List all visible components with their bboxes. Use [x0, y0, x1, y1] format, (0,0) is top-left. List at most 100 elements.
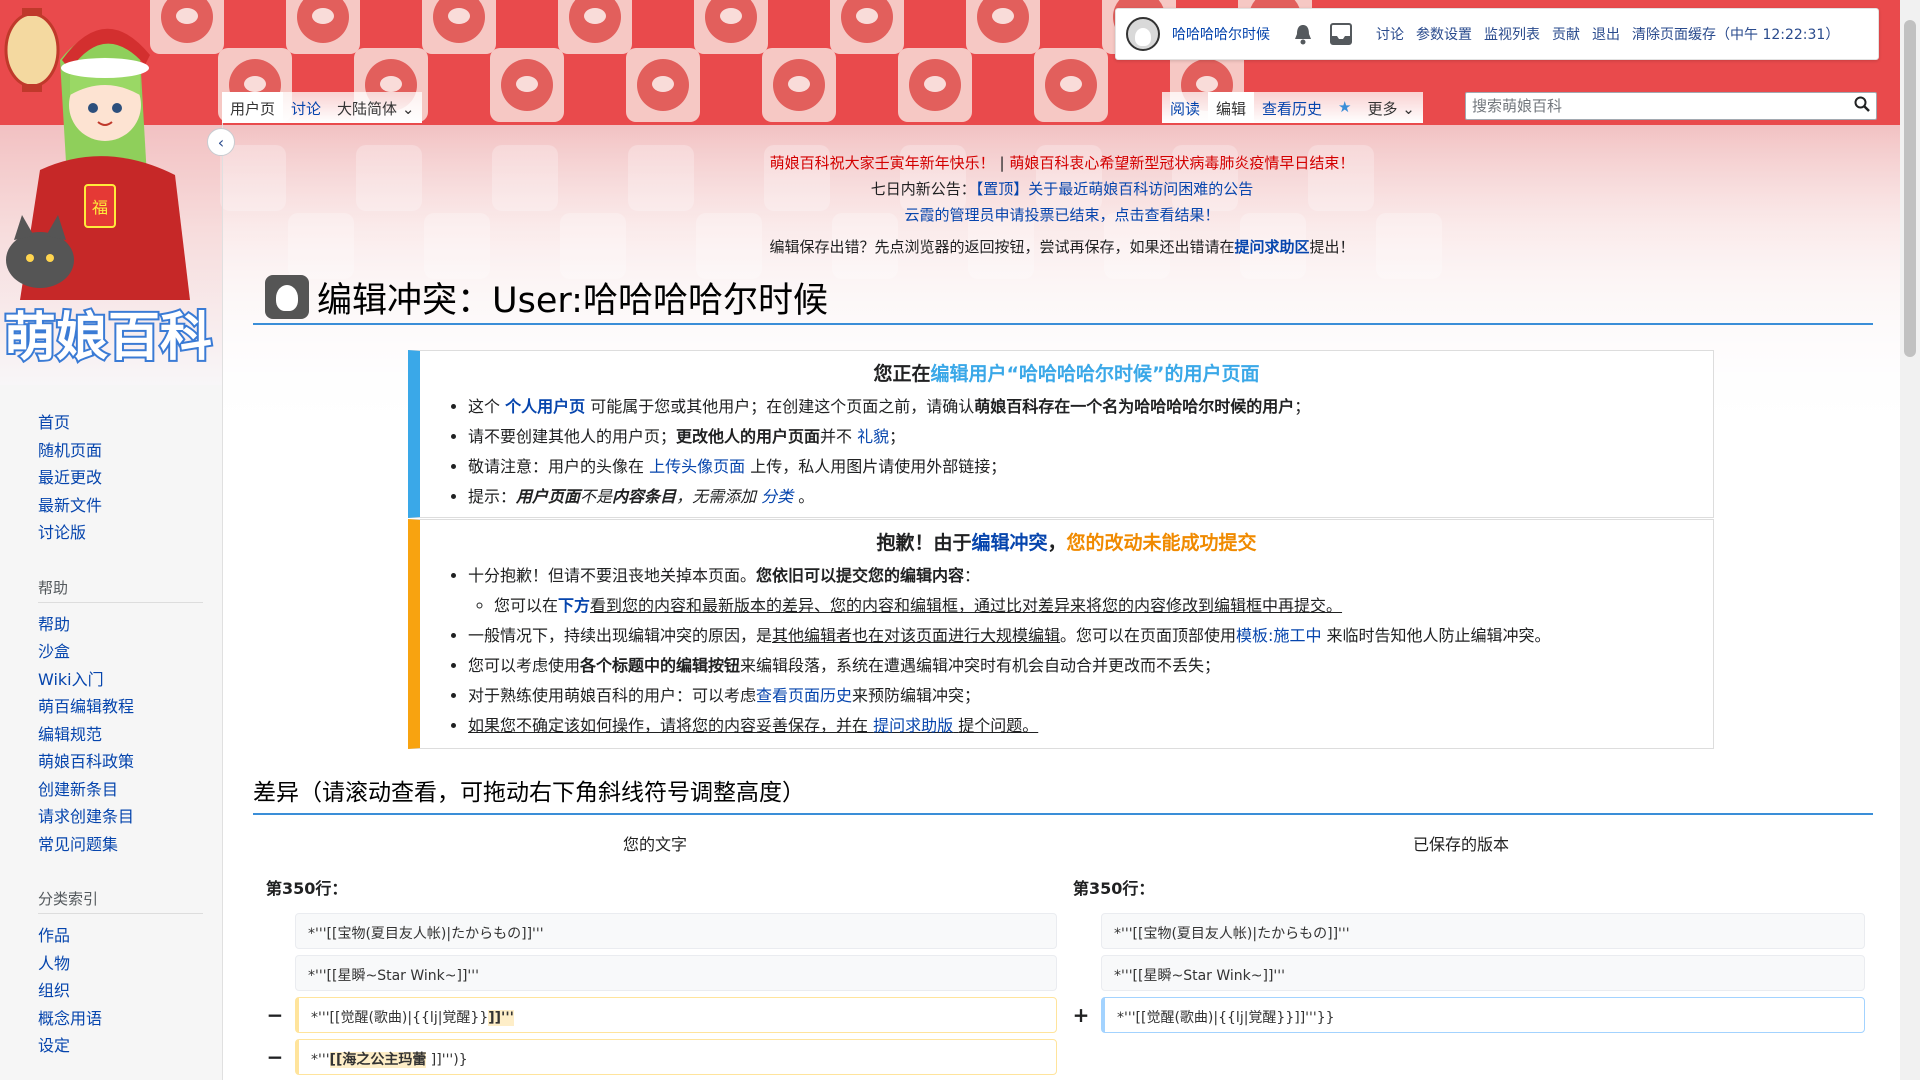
sidebar-item-label[interactable]: 人物: [38, 954, 70, 973]
scrollbar-thumb[interactable]: [1904, 20, 1916, 357]
more-dropdown[interactable]: 更多 ⌄: [1359, 92, 1423, 123]
chevron-down-icon: ⌄: [401, 100, 415, 118]
sidebar-item-edit-rules[interactable]: 编辑规范: [38, 721, 222, 749]
tab-edit[interactable]: 编辑: [1208, 92, 1255, 123]
banner-pattern-tile: [1034, 48, 1108, 122]
diff-highlight: ]]''': [488, 1010, 514, 1026]
sidebar-item-policy[interactable]: 萌娘百科政策: [38, 748, 222, 776]
notice-newyear-link[interactable]: 萌娘百科祝大家壬寅年新年快乐！: [770, 154, 995, 172]
sidebar-item-new-files[interactable]: 最新文件: [38, 492, 222, 520]
logout-link[interactable]: 退出: [1592, 24, 1620, 44]
site-logo[interactable]: 福 萌娘百科: [0, 0, 222, 380]
help-desk-link[interactable]: 提问求助版: [873, 716, 953, 735]
banner-pattern-tile: [490, 48, 564, 122]
view-tabs: 阅读 编辑 查看历史 ★ 更多 ⌄: [1162, 92, 1423, 123]
watch-star-icon[interactable]: ★: [1330, 92, 1360, 123]
diff-context-line: *'''[[星瞬~Star Wink~]]''': [1101, 955, 1865, 991]
sidebar-item-faq[interactable]: 常见问题集: [38, 831, 222, 859]
sidebar-item-request-page[interactable]: 请求创建条目: [38, 803, 222, 831]
notice-vote-link[interactable]: 云霞的管理员申请投票已结束，点击查看结果！: [904, 206, 1219, 224]
banner-pattern-tile: [286, 0, 360, 54]
tab-read[interactable]: 阅读: [1162, 92, 1209, 123]
user-page-help-link[interactable]: 个人用户页: [505, 397, 585, 416]
sidebar-item-label[interactable]: 讨论版: [38, 523, 86, 542]
username-link[interactable]: 哈哈哈哈尔时候: [1172, 24, 1270, 44]
list-item: 请不要创建其他人的用户页；更改他人的用户页面并不 礼貌；: [468, 422, 1713, 452]
page-title-text: 编辑冲突：User:哈哈哈哈尔时候: [317, 280, 828, 321]
sidebar-item-label[interactable]: 常见问题集: [38, 835, 118, 854]
sidebar-item-help[interactable]: 帮助: [38, 611, 222, 639]
search-input[interactable]: [1470, 96, 1840, 116]
sidebar-help-portal: 帮助 帮助 沙盒 Wiki入门 萌百编辑教程 编辑规范 萌娘百科政策 创建新条目…: [38, 577, 222, 859]
bell-icon[interactable]: [1290, 21, 1316, 47]
sidebar-item-label[interactable]: 请求创建条目: [38, 807, 134, 826]
sidebar-item-recent-changes[interactable]: 最近更改: [38, 464, 222, 492]
below-link[interactable]: 下方: [558, 596, 590, 615]
sidebar-item-label[interactable]: 创建新条目: [38, 780, 118, 799]
watchlist-link[interactable]: 监视列表: [1484, 24, 1540, 44]
page-scrollbar[interactable]: [1900, 0, 1920, 1080]
user-page-icon: [265, 275, 309, 319]
search-icon[interactable]: [1854, 96, 1870, 116]
sidebar-item-concepts[interactable]: 概念用语: [38, 1005, 222, 1033]
text: 。您可以在页面顶部使用: [1060, 626, 1237, 645]
text-bold: 用户页面: [516, 487, 581, 506]
sidebar-item-create-page[interactable]: 创建新条目: [38, 776, 222, 804]
more-label: 更多: [1367, 100, 1398, 118]
sidebar-item-random[interactable]: 随机页面: [38, 437, 222, 465]
sidebar-item-label[interactable]: 作品: [38, 926, 70, 945]
construction-template-link[interactable]: 模板:施工中: [1236, 626, 1321, 645]
sidebar-category-heading[interactable]: 分类索引: [38, 888, 203, 914]
sidebar-item-sandbox[interactable]: 沙盒: [38, 638, 222, 666]
collapse-sidebar-button[interactable]: ‹: [207, 128, 235, 156]
sidebar-item-label[interactable]: 随机页面: [38, 441, 102, 460]
heading-highlight: 您的改动未能成功提交: [1066, 532, 1257, 554]
sidebar-item-people[interactable]: 人物: [38, 950, 222, 978]
contributions-link[interactable]: 贡献: [1552, 24, 1580, 44]
sidebar-item-works[interactable]: 作品: [38, 922, 222, 950]
sidebar-item-label[interactable]: 萌娘百科政策: [38, 752, 134, 771]
sidebar-item-label[interactable]: 沙盒: [38, 642, 70, 661]
category-link[interactable]: 分类: [761, 487, 793, 506]
edit-conflict-notice: 抱歉！由于编辑冲突，您的改动未能成功提交 十分抱歉！但请不要沮丧地关掉本页面。您…: [408, 519, 1714, 749]
notice-covid-link[interactable]: 萌娘百科衷心希望新型冠状病毒肺炎疫情早日结束！: [1009, 154, 1354, 172]
sidebar-item-home[interactable]: 首页: [38, 409, 222, 437]
sidebar-item-settings[interactable]: 设定: [38, 1032, 222, 1060]
content-area: 萌娘百科祝大家壬寅年新年快乐！ | 萌娘百科衷心希望新型冠状病毒肺炎疫情早日结束…: [222, 123, 1900, 1080]
sidebar-item-forum[interactable]: 讨论版: [38, 519, 222, 547]
sidebar-item-label[interactable]: Wiki入门: [38, 670, 104, 689]
sidebar-item-label[interactable]: 最近更改: [38, 468, 102, 487]
sidebar-help-heading[interactable]: 帮助: [38, 577, 203, 603]
sidebar-item-label[interactable]: 最新文件: [38, 496, 102, 515]
sidebar-item-orgs[interactable]: 组织: [38, 977, 222, 1005]
variant-label: 大陆简体: [337, 100, 398, 118]
sidebar-item-label[interactable]: 首页: [38, 413, 70, 432]
sidebar-item-label[interactable]: 概念用语: [38, 1009, 102, 1028]
text: 您可以在: [494, 596, 559, 615]
sidebar-item-label[interactable]: 萌百编辑教程: [38, 697, 134, 716]
sidebar-item-wiki-intro[interactable]: Wiki入门: [38, 666, 222, 694]
variant-dropdown[interactable]: 大陆简体 ⌄: [329, 92, 423, 123]
sidebar-item-label[interactable]: 编辑规范: [38, 725, 102, 744]
user-avatar[interactable]: [1126, 17, 1160, 51]
sidebar-item-label[interactable]: 设定: [38, 1036, 70, 1055]
talk-link[interactable]: 讨论: [1376, 24, 1404, 44]
page-history-link[interactable]: 查看页面历史: [756, 686, 852, 705]
notice-announcement-link[interactable]: 【置顶】关于最近萌娘百科访问困难的公告: [976, 180, 1254, 198]
inbox-icon[interactable]: [1328, 21, 1354, 47]
sidebar-item-label[interactable]: 帮助: [38, 615, 70, 634]
sidebar-item-label[interactable]: 组织: [38, 981, 70, 1000]
heading-highlight: 编辑用户“哈哈哈哈尔时候”的用户页面: [930, 363, 1260, 385]
purge-cache-link[interactable]: 清除页面缓存（中午 12:22:31）: [1632, 24, 1839, 44]
tab-user-page[interactable]: 用户页: [222, 92, 284, 123]
upload-avatar-link[interactable]: 上传头像页面: [649, 457, 745, 476]
notice-help-desk-link[interactable]: 提问求助区: [1234, 238, 1309, 256]
page-title: 编辑冲突：User:哈哈哈哈尔时候: [253, 271, 1873, 325]
tab-discussion[interactable]: 讨论: [283, 92, 330, 123]
preferences-link[interactable]: 参数设置: [1416, 24, 1472, 44]
edit-conflict-link[interactable]: 编辑冲突: [971, 532, 1047, 554]
list-item: 如果您不确定该如何操作，请将您的内容妥善保存，并在 提问求助版 提个问题。: [468, 711, 1713, 741]
sidebar-item-edit-tutorial[interactable]: 萌百编辑教程: [38, 693, 222, 721]
etiquette-link[interactable]: 礼貌: [857, 427, 889, 446]
tab-history[interactable]: 查看历史: [1254, 92, 1331, 123]
